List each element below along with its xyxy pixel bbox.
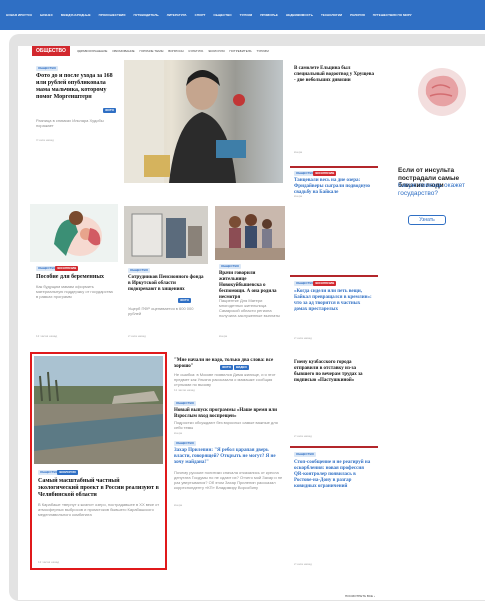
nav-item[interactable]: Приморье [260, 13, 278, 17]
nav-item[interactable]: Бизнес [40, 13, 53, 17]
morgenshtern-photo[interactable] [124, 60, 283, 183]
rubric-tag[interactable]: ОБЩЕСТВО [128, 268, 150, 273]
headline[interactable]: Фото до и после ухода за 168 или рублей … [36, 73, 116, 101]
subnav-item[interactable]: Потребитель [229, 49, 251, 53]
headline[interactable]: Стоп-сообщение и не реагируй на оскорбле… [294, 460, 374, 490]
lead: Не ошибка: в Москве появился Дима жилище… [174, 372, 276, 387]
headline[interactable]: Врачи говорили жительнице Новокуйбышевск… [219, 271, 283, 301]
show-more-link[interactable]: ПОСМОТРЕТЬ ВСЕ › [345, 594, 375, 598]
timestamp: 11 часов назад [174, 388, 195, 392]
subnav-item[interactable]: Туризм [256, 49, 268, 53]
exclusive-tag[interactable]: ЭКСКЛЮЗИВ [55, 266, 79, 271]
photo-badge: ФОТО [103, 108, 116, 113]
timestamp: 2 часа назад [128, 334, 146, 338]
nav-item[interactable]: Недвижимость [286, 13, 313, 17]
nav-item[interactable]: Религия [350, 13, 365, 17]
timestamp: вчера [174, 503, 183, 507]
subnav-item[interactable]: Горячие темы [139, 49, 163, 53]
lead: Ущерб ПФР оценивается в 600 000 рублей [128, 306, 194, 316]
ad-subtitle: Какую помощь окажет государство? [398, 182, 465, 197]
subnav-item[interactable]: Здравоохранение [77, 49, 107, 53]
timestamp: вчера [219, 334, 228, 338]
exclusive-tag[interactable]: ЭКСКЛЮЗИВ [313, 281, 337, 286]
timestamp: 2 часа назад [294, 434, 312, 438]
nav-item[interactable]: Технологии [321, 13, 342, 17]
nav-item[interactable]: Новая Иркутск [6, 13, 32, 17]
photo-badge: ФОТО [220, 365, 233, 370]
pregnant-illustration[interactable] [30, 204, 118, 262]
rubric-tag[interactable]: ОБЩЕСТВО [174, 441, 196, 446]
headline[interactable]: Гиену кузбасского города отправили в отс… [294, 360, 374, 384]
exclusive-tag[interactable]: ЭКСКЛЮЗИВ [313, 171, 337, 176]
nav-item[interactable]: Общество [213, 13, 231, 17]
lead: Пациентке Для Матери многодетных жительн… [219, 298, 280, 318]
family-photo[interactable] [215, 206, 285, 260]
rubric-tag[interactable]: ОБЩЕСТВО [294, 452, 316, 457]
nav-item[interactable]: Путеводитель [133, 13, 158, 17]
timestamp: вчера [294, 150, 303, 154]
lead: Почему русские политики сначала отказали… [174, 470, 283, 490]
highlight-frame [30, 352, 167, 570]
rubric-tag[interactable]: ОБЩЕСТВО [174, 401, 196, 406]
brain-icon [410, 66, 474, 118]
headline[interactable]: В самолете Ельцина был специальный водоо… [294, 66, 374, 84]
headline[interactable]: Сотрудников Пенсионного фонда в Иркутско… [128, 275, 204, 293]
headline[interactable]: Захар Прилепин: "Я ребол царапая дверь в… [174, 448, 284, 466]
timestamp: 2 часа назад [294, 336, 312, 340]
section-subnav: Здравоохранение Образование Горячие темы… [77, 49, 273, 53]
top-navigation: Новая Иркутск Бизнес Международные Проис… [0, 0, 485, 30]
nav-item[interactable]: Спорт [195, 13, 206, 17]
headline[interactable]: Пособие для беременных [36, 274, 114, 281]
subnav-item[interactable]: Вопросы [168, 49, 183, 53]
nav-item[interactable]: Литература [167, 13, 187, 17]
office-photo[interactable] [124, 206, 208, 264]
lead: Разница в снимках Ильнара Худобы поражае… [36, 118, 104, 128]
timestamp: 12 часов назад [36, 334, 58, 338]
headline[interactable]: «Когда сидели или петь вещи, Байкал прев… [294, 289, 374, 313]
headline[interactable]: Новый выпуск программы «Наше время или В… [174, 408, 284, 420]
nav-item[interactable]: Международные [61, 13, 91, 17]
timestamp: вчера [294, 194, 303, 198]
headline[interactable]: Танцевали весь на дне озера: Фридайверы … [294, 178, 374, 196]
video-badge: ВИДЕО [234, 365, 249, 370]
lead: Подростки обсуждают без взрослых самые в… [174, 420, 278, 430]
subnav-item[interactable]: Культура [189, 49, 204, 53]
subnav-item[interactable]: Экология [208, 49, 224, 53]
nav-item[interactable]: Путешествия по миру [373, 13, 412, 17]
sidebar-ad [393, 46, 485, 600]
nav-item[interactable]: Происшествия [99, 13, 126, 17]
photo-badge: ФОТО [178, 298, 191, 303]
lead: Как будущим мамам оформить материальную … [36, 284, 113, 299]
rubric-tag[interactable]: ОБЩЕСТВО [219, 264, 241, 269]
learn-more-button[interactable]: Узнать [408, 215, 446, 225]
rubric-tag[interactable]: ОБЩЕСТВО [36, 66, 58, 71]
timestamp: вчера [174, 431, 183, 435]
timestamp: 3 часа назад [36, 138, 54, 142]
subnav-item[interactable]: Образование [112, 49, 134, 53]
section-rubric[interactable]: ОБЩЕСТВО [32, 46, 70, 56]
nav-item[interactable]: Туризм [240, 13, 253, 17]
timestamp: 2 часа назад [294, 562, 312, 566]
